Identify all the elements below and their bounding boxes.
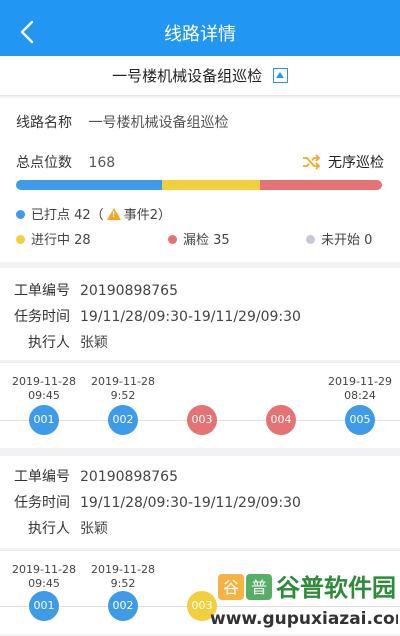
progress-segment-in-progress xyxy=(162,180,260,190)
executor-label: 执行人 xyxy=(28,521,70,537)
notstarted-dot xyxy=(306,235,315,244)
task-time-label: 任务时间 xyxy=(14,495,70,511)
executor-row: 执行人 张颖 xyxy=(0,332,108,352)
legend-done-label: 已打点 42（ xyxy=(31,208,104,223)
checkpoint-node[interactable]: 002 xyxy=(108,591,138,621)
watermark: 谷 普 谷普软件园 www.gupuxiazai.com xyxy=(208,572,400,632)
nav-bar: 线路详情 xyxy=(0,8,400,56)
page-title: 线路详情 xyxy=(164,24,236,45)
checkpoint-time: 2019-11-28 9:52 xyxy=(83,563,163,591)
total-points-row: 总点位数 168 xyxy=(16,152,115,172)
task-time-value: 19/11/28/09:30-19/11/29/09:30 xyxy=(80,495,301,511)
checkpoint-time: 2019-11-28 9:52 xyxy=(83,375,163,403)
inspection-mode[interactable]: 无序巡检 xyxy=(302,152,384,172)
checkpoint-clock: 09:45 xyxy=(28,389,60,402)
route-name-value: 一号楼机械设备组巡检 xyxy=(88,115,229,131)
order-number-row: 工单编号 20190898765 xyxy=(0,280,178,300)
executor-value: 张颖 xyxy=(80,521,108,537)
checkpoint-date: 2019-11-29 xyxy=(328,375,392,388)
svg-text:普: 普 xyxy=(251,578,267,597)
work-order-card[interactable]: 工单编号 20190898765 任务时间 19/11/28/09:30-19/11… xyxy=(0,456,400,548)
executor-row: 执行人 张颖 xyxy=(0,518,108,538)
checkpoint-node[interactable]: 001 xyxy=(29,405,59,435)
svg-text:www.gupuxiazai.com: www.gupuxiazai.com xyxy=(210,609,398,629)
done-dot xyxy=(16,210,25,219)
checkpoint-clock: 9:52 xyxy=(110,389,136,402)
order-number-label: 工单编号 xyxy=(14,283,70,299)
checkpoint-node[interactable]: 001 xyxy=(29,591,59,621)
checkpoint-time: 2019-11-28 09:45 xyxy=(4,375,84,403)
total-points-value: 168 xyxy=(88,155,116,171)
checkpoint-node[interactable]: 002 xyxy=(108,405,138,435)
legend-missed: 漏检 35 xyxy=(168,229,230,248)
route-header[interactable]: 一号楼机械设备组巡检 xyxy=(0,56,400,96)
legend-progress-label: 进行中 28 xyxy=(31,233,91,248)
progress-segment-done xyxy=(16,180,163,190)
checkpoint-date: 2019-11-28 xyxy=(12,563,76,576)
progress-dot xyxy=(16,235,25,244)
warning-icon: ! xyxy=(106,208,121,220)
checkpoint-date: 2019-11-28 xyxy=(91,563,155,576)
status-bar xyxy=(0,0,400,8)
svg-text:谷普软件园: 谷普软件园 xyxy=(276,574,396,602)
route-title: 一号楼机械设备组巡检 xyxy=(112,67,263,85)
checkpoint-clock: 08:24 xyxy=(344,389,376,402)
svg-text:谷: 谷 xyxy=(223,578,239,597)
checkpoint-clock: 09:45 xyxy=(28,577,60,590)
task-time-row: 任务时间 19/11/28/09:30-19/11/29/09:30 xyxy=(0,492,301,512)
checkpoint-time: 2019-11-29 08:24 xyxy=(320,375,400,403)
checkpoint-node[interactable]: 003 xyxy=(187,405,217,435)
legend-progress: 进行中 28 xyxy=(16,229,91,248)
legend-notstarted: 未开始 0 xyxy=(306,229,372,248)
order-number-value: 20190898765 xyxy=(80,469,178,485)
order-number-row: 工单编号 20190898765 xyxy=(0,466,178,486)
order-number-value: 20190898765 xyxy=(80,283,178,299)
checkpoint-date: 2019-11-28 xyxy=(91,375,155,388)
route-name-row: 线路名称 一号楼机械设备组巡检 xyxy=(16,112,228,132)
legend-notstarted-label: 未开始 0 xyxy=(321,233,373,248)
checkpoint-date: 2019-11-28 xyxy=(12,375,76,388)
total-points-label: 总点位数 xyxy=(16,155,72,171)
executor-value: 张颖 xyxy=(80,335,108,351)
work-order-card[interactable]: 工单编号 20190898765 任务时间 19/11/28/09:30-19/11… xyxy=(0,268,400,360)
legend-done: 已打点 42（! 事件2） xyxy=(16,204,171,223)
task-time-label: 任务时间 xyxy=(14,309,70,325)
progress-bar xyxy=(16,180,382,190)
checkpoint-timeline: 2019-11-28 09:45 001 2019-11-28 9:52 002 003 00… xyxy=(0,362,400,448)
logo-watermark: 谷 普 谷普软件园 www.gupuxiazai.com xyxy=(210,574,400,629)
checkpoint-clock: 9:52 xyxy=(110,577,136,590)
shuffle-icon xyxy=(302,154,320,170)
order-number-label: 工单编号 xyxy=(14,469,70,485)
checkpoint-time: 2019-11-28 09:45 xyxy=(4,563,84,591)
task-time-row: 任务时间 19/11/28/09:30-19/11/29/09:30 xyxy=(0,306,301,326)
progress-segment-missed xyxy=(259,180,382,190)
collapse-toggle-icon[interactable] xyxy=(272,68,288,83)
checkpoint-node[interactable]: 005 xyxy=(345,405,375,435)
inspection-mode-label: 无序巡检 xyxy=(328,155,384,171)
executor-label: 执行人 xyxy=(28,335,70,351)
route-name-label: 线路名称 xyxy=(16,115,72,131)
legend-missed-label: 漏检 35 xyxy=(183,233,230,248)
checkpoint-node[interactable]: 004 xyxy=(266,405,296,435)
legend-event-label: 事件2） xyxy=(123,208,171,223)
route-summary-card: 线路名称 一号楼机械设备组巡检 总点位数 168 无序巡检 已打点 42（! 事件… xyxy=(0,98,400,262)
task-time-value: 19/11/28/09:30-19/11/29/09:30 xyxy=(80,309,301,325)
missed-dot xyxy=(168,235,177,244)
